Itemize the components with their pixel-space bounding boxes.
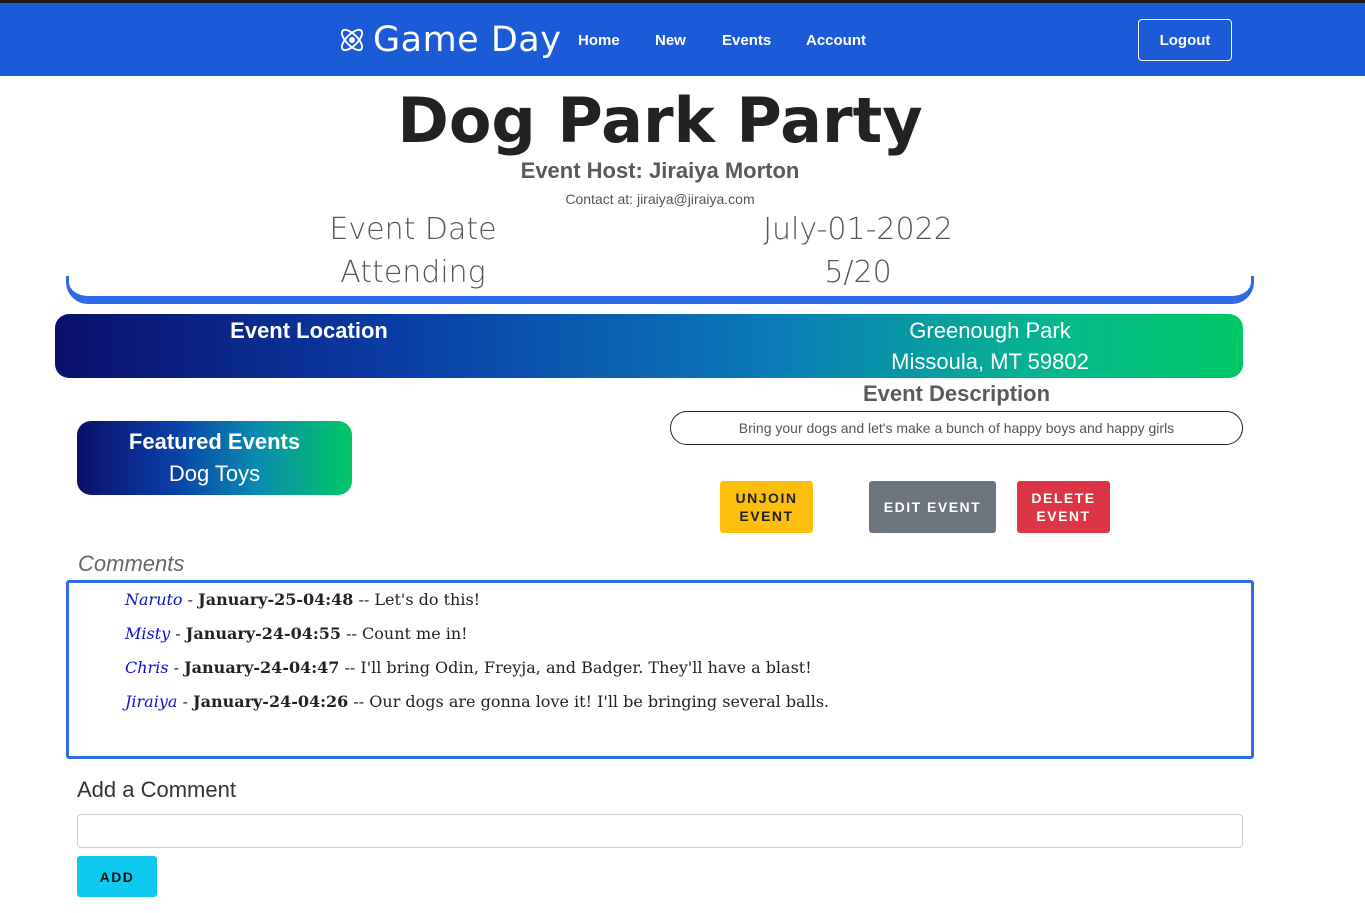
unjoin-event-button[interactable]: UNJOIN EVENT <box>720 481 813 533</box>
brand-name: Game Day <box>373 20 562 60</box>
description-label: Event Description <box>862 381 1051 406</box>
comment-item: Jiraiya - January-24-04:26 -- Our dogs a… <box>125 692 830 711</box>
comment-user: Misty <box>125 624 171 643</box>
nav-home-link[interactable]: Home <box>578 32 620 49</box>
description-box: Bring your dogs and let's make a bunch o… <box>670 411 1243 445</box>
event-host: Event Host: Jiraiya Morton <box>520 158 800 183</box>
info-divider-curve <box>66 276 1254 304</box>
comment-user: Jiraiya <box>125 692 178 711</box>
comments-list: Naruto - January-25-04:48 -- Let's do th… <box>66 580 1254 759</box>
nav-account-link[interactable]: Account <box>806 32 866 49</box>
delete-event-button[interactable]: DELETE EVENT <box>1017 481 1110 533</box>
comment-date: January-25-04:48 <box>198 590 354 609</box>
comment-user: Chris <box>125 658 169 677</box>
event-contact: Contact at: jiraiya@jiraiya.com <box>565 191 755 207</box>
logout-button[interactable]: Logout <box>1138 19 1232 61</box>
location-label: Event Location <box>230 318 388 343</box>
comment-user: Naruto <box>125 590 183 609</box>
comment-item: Misty - January-24-04:55 -- Count me in! <box>125 624 468 643</box>
featured-event-item[interactable]: Dog Toys <box>77 461 352 487</box>
add-comment-label: Add a Comment <box>77 777 236 802</box>
comment-date: January-24-04:47 <box>184 658 340 677</box>
comment-text: -- Let's do this! <box>353 590 481 609</box>
location-address: Missoula, MT 59802 <box>891 349 1089 374</box>
add-comment-button[interactable]: ADD <box>77 856 157 897</box>
brand-link[interactable]: Game Day <box>337 20 561 60</box>
featured-events-card[interactable]: Featured Events Dog Toys <box>77 421 352 495</box>
location-banner: Event Location Greenough Park Missoula, … <box>55 314 1243 378</box>
nav-events-link[interactable]: Events <box>722 32 771 49</box>
edit-event-button[interactable]: EDIT EVENT <box>869 481 996 533</box>
comment-date: January-24-04:55 <box>185 624 342 643</box>
comment-item: Naruto - January-25-04:48 -- Let's do th… <box>125 590 481 609</box>
atom-icon <box>340 28 364 52</box>
navbar: Game Day Home New Events Account Logout <box>0 3 1365 76</box>
comment-text: -- I'll bring Odin, Freyja, and Badger. … <box>339 658 812 677</box>
event-title: Dog Park Party <box>397 84 923 157</box>
event-date-label: Event Date <box>329 212 497 247</box>
featured-events-title: Featured Events <box>128 429 301 454</box>
comment-input[interactable] <box>77 814 1243 848</box>
comment-text: -- Count me in! <box>341 624 468 643</box>
description-text: Bring your dogs and let's make a bunch o… <box>738 420 1175 436</box>
comments-label: Comments <box>78 551 185 576</box>
comment-text: -- Our dogs are gonna love it! I'll be b… <box>348 692 830 711</box>
event-date-value: July-01-2022 <box>763 212 953 247</box>
nav-new-link[interactable]: New <box>655 32 686 49</box>
location-name: Greenough Park <box>909 318 1071 343</box>
comment-date: January-24-04:26 <box>193 692 349 711</box>
comment-item: Chris - January-24-04:47 -- I'll bring O… <box>125 658 812 677</box>
